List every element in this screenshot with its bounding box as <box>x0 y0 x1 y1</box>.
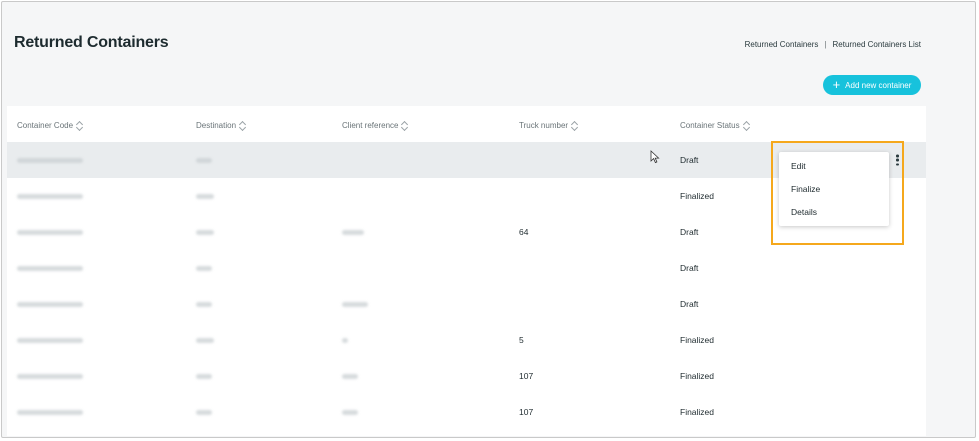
menu-item-details[interactable]: Details <box>791 207 817 217</box>
truck-number: 64 <box>519 227 529 237</box>
destination-redacted <box>196 407 212 417</box>
client-reference-redacted <box>342 335 348 345</box>
table-row[interactable]: Draft <box>7 250 926 286</box>
destination-redacted <box>196 191 214 201</box>
table-row[interactable]: 107 Finalized <box>7 358 926 394</box>
container-status: Finalized <box>680 407 715 417</box>
breadcrumb-item-list[interactable]: Returned Containers List <box>833 40 922 49</box>
breadcrumb: Returned Containers | Returned Container… <box>745 40 921 49</box>
container-code-redacted <box>17 335 83 345</box>
destination-redacted <box>196 299 212 309</box>
column-label: Container Code <box>17 121 74 130</box>
destination-redacted <box>196 263 212 273</box>
destination-redacted <box>196 371 212 381</box>
column-header-destination[interactable]: Destination <box>196 120 246 131</box>
column-label: Destination <box>196 121 237 130</box>
truck-number: 107 <box>519 407 534 417</box>
add-new-container-button[interactable]: + Add new container <box>823 75 921 95</box>
destination-redacted <box>196 155 212 165</box>
column-label: Truck number <box>519 121 569 130</box>
client-reference-redacted <box>342 407 358 417</box>
container-status: Finalized <box>680 335 715 345</box>
sort-icon[interactable] <box>76 120 83 131</box>
container-code-redacted <box>17 155 83 165</box>
mouse-cursor-icon <box>650 150 660 164</box>
breadcrumb-item-returned-containers[interactable]: Returned Containers <box>745 40 819 49</box>
table-header: Container Code Destination Client refere… <box>7 106 926 142</box>
add-new-container-label: Add new container <box>845 80 912 90</box>
truck-number: 107 <box>519 371 534 381</box>
container-code-redacted <box>17 371 83 381</box>
container-status: Draft <box>680 299 699 309</box>
container-status: Draft <box>680 227 699 237</box>
table-row[interactable]: 107 Finalized <box>7 394 926 430</box>
table-row[interactable]: Draft <box>7 286 926 322</box>
client-reference-redacted <box>342 299 368 309</box>
container-code-redacted <box>17 227 83 237</box>
column-header-truck-number[interactable]: Truck number <box>519 120 578 131</box>
column-header-container-code[interactable]: Container Code <box>17 120 83 131</box>
client-reference-redacted <box>342 227 364 237</box>
row-actions-menu: Edit Finalize Details <box>779 152 889 226</box>
container-code-redacted <box>17 263 83 273</box>
page-title: Returned Containers <box>14 34 169 51</box>
truck-number: 5 <box>519 335 524 345</box>
client-reference-redacted <box>342 371 358 381</box>
column-header-container-status[interactable]: Container Status <box>680 120 750 131</box>
container-status: Draft <box>680 263 699 273</box>
breadcrumb-separator: | <box>824 40 827 49</box>
table-row[interactable]: 5 Finalized <box>7 322 926 358</box>
destination-redacted <box>196 335 214 345</box>
column-header-client-reference[interactable]: Client reference <box>342 120 408 131</box>
container-status: Draft <box>680 155 699 165</box>
container-code-redacted <box>17 191 83 201</box>
sort-icon[interactable] <box>239 120 246 131</box>
sort-icon[interactable] <box>743 120 750 131</box>
container-code-redacted <box>17 407 83 417</box>
plus-icon: + <box>832 77 841 92</box>
column-label: Client reference <box>342 121 399 130</box>
menu-item-edit[interactable]: Edit <box>791 161 806 171</box>
container-status: Finalized <box>680 191 715 201</box>
column-label: Container Status <box>680 121 740 130</box>
menu-item-finalize[interactable]: Finalize <box>791 184 820 194</box>
sort-icon[interactable] <box>571 120 578 131</box>
container-code-redacted <box>17 299 83 309</box>
sort-icon[interactable] <box>401 120 408 131</box>
destination-redacted <box>196 227 214 237</box>
container-status: Finalized <box>680 371 715 381</box>
